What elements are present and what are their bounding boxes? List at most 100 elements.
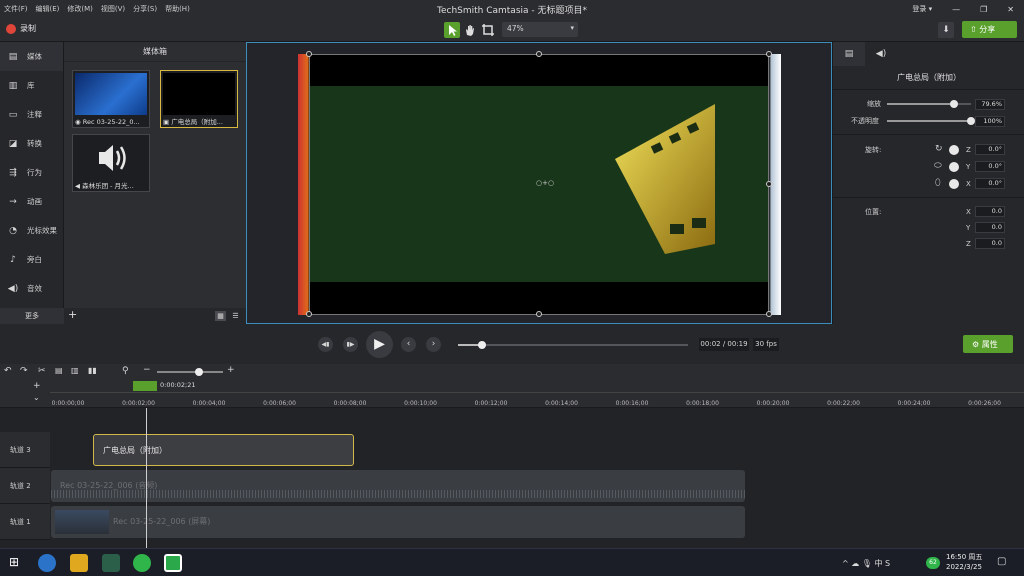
redo-icon[interactable]: ↷ <box>20 366 28 376</box>
scale-value[interactable]: 79.6% <box>975 99 1005 110</box>
position-y-value[interactable]: 0.0 <box>975 222 1005 233</box>
opacity-value[interactable]: 100% <box>975 116 1005 127</box>
clip-screen[interactable]: Rec 03-25-22_006 (屏幕) <box>51 506 745 538</box>
rotate-z-dial[interactable] <box>949 145 959 155</box>
sidebar-item-behaviors[interactable]: ⇶ 行为 <box>0 158 63 187</box>
collapse-tracks-button[interactable]: ⌄ <box>33 393 40 402</box>
menu-share[interactable]: 分享(S) <box>129 4 161 14</box>
resize-handle[interactable] <box>306 311 312 317</box>
rotation-x-value[interactable]: 0.0° <box>975 178 1005 189</box>
zoom-slider-thumb[interactable] <box>195 368 203 376</box>
sidebar-item-cursor[interactable]: ◔ 光标效果 <box>0 216 63 245</box>
resize-handle[interactable] <box>766 181 772 187</box>
next-marker-button[interactable]: › <box>426 337 441 352</box>
paste-icon[interactable]: ▥ <box>71 366 79 375</box>
clip-audio[interactable]: Rec 03-25-22_006 (音频) <box>51 470 745 502</box>
search-icon[interactable]: ⚲ <box>122 366 129 376</box>
windows-start-icon[interactable]: ⊞ <box>9 555 19 569</box>
wechat-icon[interactable] <box>133 554 151 572</box>
ruler-tick-label: 0:00:18;00 <box>686 400 719 407</box>
track-label[interactable]: 轨道 3 <box>0 432 50 468</box>
menu-edit[interactable]: 编辑(E) <box>32 4 64 14</box>
zoom-select[interactable]: 47% ▾ <box>502 22 578 37</box>
position-z-value[interactable]: 0.0 <box>975 238 1005 249</box>
restore-button[interactable]: ❐ <box>970 5 997 14</box>
position-x-value[interactable]: 0.0 <box>975 206 1005 217</box>
track-label[interactable]: 轨道 2 <box>0 468 50 504</box>
zoom-out-button[interactable]: − <box>143 365 151 375</box>
resize-handle[interactable] <box>306 51 312 57</box>
more-button[interactable]: 更多 <box>0 308 64 324</box>
system-tray-icons[interactable]: ^ ☁ 🎙 中 S <box>842 558 890 569</box>
previous-marker-button[interactable]: ‹ <box>401 337 416 352</box>
scale-slider-track[interactable] <box>887 100 971 108</box>
menu-view[interactable]: 视图(V) <box>97 4 129 14</box>
battery-badge[interactable]: 62 <box>926 557 940 569</box>
notification-icon[interactable]: ▢ <box>997 556 1006 567</box>
clock-date[interactable]: 2022/3/25 <box>946 563 982 571</box>
play-button[interactable]: ▶ <box>366 331 393 358</box>
media-item-audio[interactable]: ◀ 森林乐团 - 月光... <box>72 134 150 192</box>
sidebar-item-narration[interactable]: ♪ 旁白 <box>0 245 63 274</box>
app-icon[interactable] <box>102 554 120 572</box>
audio-properties-tab[interactable]: ◀) <box>865 42 897 66</box>
media-item-recording[interactable]: ◉ Rec 03-25-22_0... <box>72 70 150 128</box>
record-button[interactable]: 录制 <box>6 23 36 34</box>
clip-overlay-image[interactable]: 广电总局（附加） <box>93 434 354 466</box>
step-back-button[interactable]: ◀▮ <box>318 337 333 352</box>
resize-handle[interactable] <box>536 311 542 317</box>
visual-properties-tab[interactable]: ▤ <box>833 42 865 66</box>
sidebar-item-animations[interactable]: → 动画 <box>0 187 63 216</box>
sidebar-item-transitions[interactable]: ◪ 转换 <box>0 129 63 158</box>
zoom-slider-track[interactable] <box>157 368 223 376</box>
timeline-ruler[interactable]: + ⌄ 0:00:02;21 0:00:00;00 0:00:02;00 0:00:… <box>0 380 1024 408</box>
preview-canvas[interactable]: ○+○ <box>246 42 832 324</box>
track-label[interactable]: 轨道 1 <box>0 504 50 540</box>
pan-tool-button[interactable] <box>462 22 478 38</box>
sidebar-item-annotations[interactable]: ▭ 注释 <box>0 100 63 129</box>
rotate-y-dial[interactable] <box>949 162 959 172</box>
file-explorer-icon[interactable] <box>70 554 88 572</box>
resize-handle[interactable] <box>536 51 542 57</box>
rotate-x-dial[interactable] <box>949 179 959 189</box>
camtasia-icon[interactable] <box>164 554 182 572</box>
playhead-marker[interactable] <box>133 381 157 391</box>
menu-modify[interactable]: 修改(M) <box>63 4 97 14</box>
opacity-slider-thumb[interactable] <box>967 117 975 125</box>
copy-icon[interactable]: ▤ <box>55 366 63 375</box>
step-forward-button[interactable]: ▮▶ <box>343 337 358 352</box>
menu-help[interactable]: 帮助(H) <box>161 4 194 14</box>
scrub-track[interactable] <box>458 341 688 349</box>
menu-file[interactable]: 文件(F) <box>0 4 32 14</box>
resize-handle[interactable] <box>766 51 772 57</box>
rotation-z-value[interactable]: 0.0° <box>975 144 1005 155</box>
select-tool-button[interactable] <box>444 22 460 38</box>
split-icon[interactable]: ▮▮ <box>88 366 97 375</box>
browser-icon[interactable] <box>38 554 56 572</box>
media-item-image[interactable]: ▣ 广电总局（附加... <box>160 70 238 128</box>
scrub-thumb[interactable] <box>478 341 487 349</box>
resize-handle[interactable] <box>766 311 772 317</box>
opacity-slider-track[interactable] <box>887 117 975 125</box>
center-handle[interactable]: ○+○ <box>536 179 554 187</box>
sidebar-item-audio[interactable]: ◀) 音效 <box>0 274 63 303</box>
download-button[interactable]: ⬇ <box>938 22 954 38</box>
login-menu[interactable]: 登录 ▾ <box>902 4 942 14</box>
add-track-button[interactable]: + <box>33 381 41 391</box>
clock-time[interactable]: 16:50 周五 <box>946 552 982 562</box>
properties-button[interactable]: ⚙ 属性 <box>963 335 1013 353</box>
crop-tool-button[interactable] <box>480 22 496 38</box>
grid-view-icon[interactable]: ▦ <box>215 311 226 321</box>
minimize-button[interactable]: — <box>942 5 970 14</box>
close-button[interactable]: ✕ <box>997 5 1024 14</box>
sidebar-item-library[interactable]: ▥ 库 <box>0 71 63 100</box>
cut-icon[interactable]: ✂ <box>38 366 46 376</box>
rotation-y-value[interactable]: 0.0° <box>975 161 1005 172</box>
scale-slider-thumb[interactable] <box>949 100 958 108</box>
undo-icon[interactable]: ↶ <box>4 366 12 376</box>
sidebar-item-media[interactable]: ▤ 媒体 <box>0 42 63 71</box>
share-button[interactable]: ⇧ 分享 <box>962 21 1017 38</box>
zoom-in-button[interactable]: + <box>227 365 235 375</box>
list-view-icon[interactable]: ☰ <box>230 311 241 321</box>
add-media-button[interactable]: + <box>68 308 77 321</box>
